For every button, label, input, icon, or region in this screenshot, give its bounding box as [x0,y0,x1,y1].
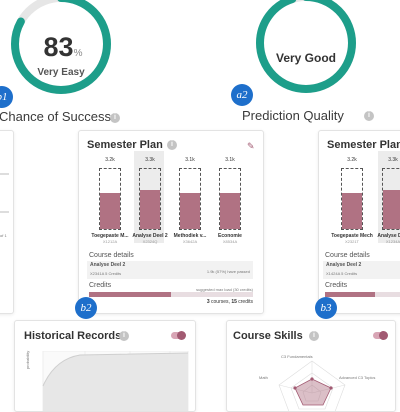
course-details-label: Course details [325,252,370,259]
course-skills-card: Course Skills i C3 Fundamentals Advanced… [226,320,396,412]
course-bar-value: 3.2k [347,157,357,163]
edit-pencil-icon[interactable]: ✎ [247,141,255,152]
radar-point [293,386,297,390]
course-bar[interactable] [219,168,241,230]
course-detail-row[interactable]: Analyse Deel 2 X1424A 5 Credits [323,261,400,279]
historical-toggle[interactable] [171,331,186,340]
semester-plan-b3: Semester Plan 3.2k Toegepaste Mech X2321T 3… [318,130,400,314]
course-bar-value: 3.1k [185,157,195,163]
badge-b3: b3 [315,297,337,319]
course-bar-fill [342,193,362,229]
left-panel: of 1 [0,130,14,314]
historical-curve-area [43,353,188,411]
course-detail-row[interactable]: Analyse Deel 2 X2341A 5 Credits 1.9k (57… [87,261,253,279]
radar-point [310,377,314,381]
course-bar-code: X2321T [344,239,359,244]
course-bar-fill [220,193,240,229]
success-percentage: 83 [43,32,74,62]
prediction-gauge [256,0,356,93]
summary-credit-count: 15 [231,299,237,305]
credits-label: Credits [325,282,348,289]
course-bar-fill [180,193,200,229]
info-icon[interactable]: i [167,140,177,150]
info-icon[interactable]: i [364,111,374,121]
prediction-rating: Very Good [275,51,337,65]
badge-a2: a2 [231,84,253,106]
course-bar[interactable] [99,168,121,230]
success-unit: % [73,48,83,59]
left-panel-text: of 1 [0,233,7,238]
course-bar-code: X1234A [385,239,400,244]
left-panel-bar [0,173,9,175]
skills-toggle[interactable] [373,331,388,340]
left-panel-bar [0,211,9,213]
course-bar-fill [383,190,400,229]
course-bar-value: 3.3k [388,157,398,163]
info-icon[interactable]: i [119,331,129,341]
success-value: 83% [36,32,90,63]
credits-bar [89,292,253,297]
course-bar-value: 3.2k [105,157,115,163]
semester-plan-title: Semester Plan [327,139,400,151]
summary-course-count: 3 [206,299,210,305]
historical-chart [42,351,189,411]
credits-bar [325,292,400,297]
detail-course-name: Analyse Deel 2 [90,262,126,268]
course-bar-value: 3.1k [225,157,235,163]
course-bar[interactable] [341,168,363,230]
course-bar-code: X1212A [102,239,118,244]
success-rating: Very Easy [37,67,85,78]
detail-pass-rate: 1.9k (57%) have passed [206,269,250,274]
detail-course-name: Analyse Deel 2 [326,262,362,268]
course-bar-code: X3642A [182,239,198,244]
course-bar[interactable] [139,168,161,230]
course-bar-fill [140,190,160,229]
course-bar-code: X2324Q [142,239,158,244]
detail-course-meta: X2341A 5 Credits [90,271,122,276]
credits-bar-fill [89,292,171,297]
success-label: Chance of Success [0,109,112,124]
course-bar-code: X8534A [222,239,238,244]
historical-records-title: Historical Records [24,330,122,342]
summary-course-word: courses, [211,299,230,305]
semester-plan-title: Semester Plan [87,139,163,151]
radar-point [329,386,333,390]
skills-radar-chart [278,360,346,411]
historical-y-axis-label: probability [25,350,30,369]
info-icon[interactable]: i [309,331,319,341]
info-icon[interactable]: i [110,113,120,123]
course-bar[interactable] [382,168,400,230]
credits-bar-fill [325,292,375,297]
prediction-label: Prediction Quality [242,108,344,123]
course-bar-value: 3.3k [145,157,155,163]
historical-records-card: Historical Records i probability [14,320,196,412]
badge-b2: b2 [75,297,97,319]
detail-course-meta: X1424A 5 Credits [326,271,358,276]
summary-credit-word: credits [238,299,253,305]
course-details-label: Course details [89,252,134,259]
course-bar-fill [100,193,120,229]
semester-plan-b2: Semester Plan i ✎ 3.2k Toegepaste M... X12… [78,130,264,314]
credits-summary: 3 courses, 15 credits [207,299,253,305]
course-bar[interactable] [179,168,201,230]
course-skills-title: Course Skills [233,330,303,342]
credits-label: Credits [89,282,112,289]
